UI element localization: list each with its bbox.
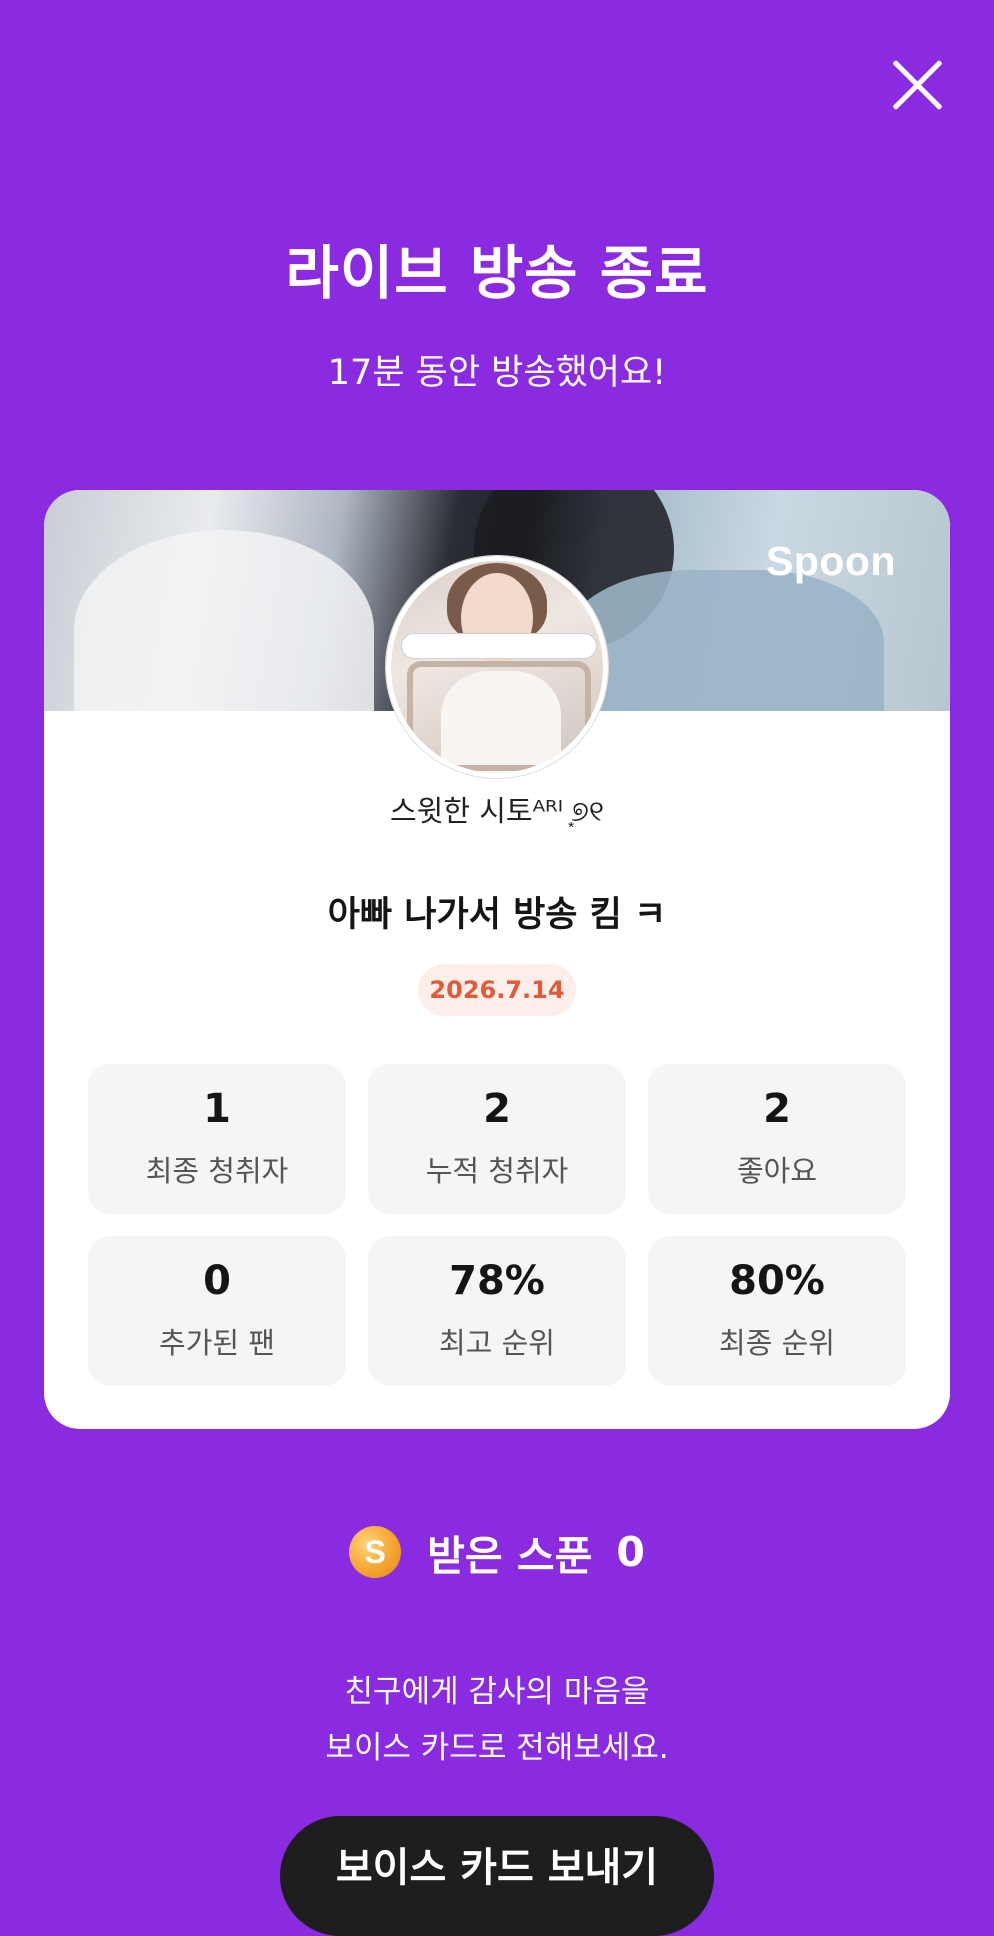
stat-likes: 2 좋아요 [648, 1064, 906, 1214]
spoon-coin-icon: S [349, 1526, 402, 1578]
avatar-overlay-bar [401, 633, 597, 659]
stat-value: 1 [203, 1086, 231, 1132]
stat-best-rank: 78% 최고 순위 [368, 1236, 626, 1386]
close-icon[interactable] [890, 58, 944, 112]
cover-photo-figure-right [564, 570, 884, 711]
avatar-frame [407, 661, 591, 771]
received-spoons-count: 0 [616, 1528, 645, 1576]
stat-value: 0 [203, 1258, 231, 1304]
broadcast-summary-card: Spoon 스윗한 시토ᴬᴿᴵ ͙୭୧ 아빠 나가서 방송 킴 ㅋ 2026.7… [44, 490, 950, 1429]
thanks-message: 친구에게 감사의 마음을 보이스 카드로 전해보세요. [0, 1664, 994, 1776]
date-badge: 2026.7.14 [418, 964, 576, 1016]
stat-label: 최고 순위 [439, 1326, 555, 1360]
username: 스윗한 시토ᴬᴿᴵ ͙୭୧ [389, 794, 605, 828]
stat-value: 2 [483, 1086, 511, 1132]
stat-label: 최종 청취자 [145, 1154, 289, 1188]
stat-value: 2 [763, 1086, 791, 1132]
stat-new-fans: 0 추가된 팬 [88, 1236, 346, 1386]
stat-total-listeners: 2 누적 청취자 [368, 1064, 626, 1214]
stat-value: 80% [729, 1258, 825, 1304]
broadcast-title: 아빠 나가서 방송 킴 ㅋ [327, 895, 667, 935]
cover-photo-figure-left [74, 530, 374, 711]
avatar [386, 556, 608, 778]
stat-label: 누적 청취자 [425, 1154, 569, 1188]
received-spoons: S 받은 스푼 0 [0, 1522, 994, 1582]
stats-grid: 1 최종 청취자 2 누적 청취자 2 좋아요 0 추가된 팬 78% 최고 순… [88, 1064, 906, 1386]
stat-final-rank: 80% 최종 순위 [648, 1236, 906, 1386]
page-title: 라이브 방송 종료 [285, 239, 709, 307]
stat-value: 78% [449, 1258, 545, 1304]
broadcast-duration: 17분 동안 방송했어요! [327, 353, 667, 393]
send-voice-card-button[interactable]: 보이스 카드 보내기 [280, 1816, 714, 1936]
stat-final-listeners: 1 최종 청취자 [88, 1064, 346, 1214]
stat-label: 최종 순위 [719, 1326, 835, 1360]
thanks-line-1: 친구에게 감사의 마음을 [344, 1674, 650, 1710]
received-spoons-label: 받은 스푼 [427, 1532, 593, 1580]
thanks-line-2: 보이스 카드로 전해보세요. [325, 1730, 669, 1766]
stat-label: 좋아요 [736, 1154, 818, 1188]
spoon-logo: Spoon [765, 538, 896, 584]
stat-label: 추가된 팬 [159, 1326, 275, 1360]
